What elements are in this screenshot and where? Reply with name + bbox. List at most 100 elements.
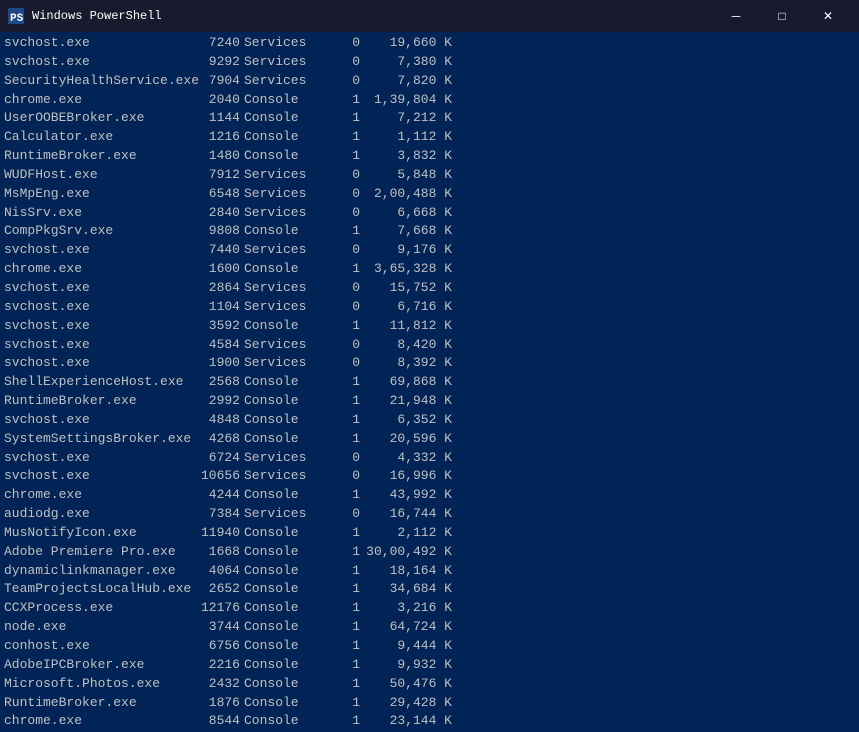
process-memory: 8,420 K <box>364 336 454 355</box>
process-name: svchost.exe <box>4 241 189 260</box>
process-session-num: 1 <box>324 430 364 449</box>
process-session: Services <box>244 34 324 53</box>
process-session: Services <box>244 53 324 72</box>
process-session-num: 0 <box>324 336 364 355</box>
table-row: Adobe Premiere Pro.exe 1668 Console 1 30… <box>4 543 855 562</box>
process-memory: 7,820 K <box>364 72 454 91</box>
process-pid: 7440 <box>189 241 244 260</box>
process-session: Console <box>244 430 324 449</box>
table-row: svchost.exe 10656 Services 0 16,996 K <box>4 467 855 486</box>
title-bar-left: PS Windows PowerShell <box>8 8 162 24</box>
powershell-icon: PS <box>8 8 24 24</box>
terminal-body[interactable]: svchost.exe 7240 Services 0 19,660 K svc… <box>0 32 859 732</box>
close-button[interactable]: ✕ <box>805 0 851 32</box>
table-row: chrome.exe 2040 Console 1 1,39,804 K <box>4 91 855 110</box>
process-name: CCXProcess.exe <box>4 599 189 618</box>
process-session: Services <box>244 354 324 373</box>
process-pid: 7912 <box>189 166 244 185</box>
process-memory: 30,00,492 K <box>364 543 454 562</box>
process-name: chrome.exe <box>4 91 189 110</box>
table-row: TeamProjectsLocalHub.exe 2652 Console 1 … <box>4 580 855 599</box>
process-session: Console <box>244 411 324 430</box>
process-memory: 5,848 K <box>364 166 454 185</box>
process-name: Calculator.exe <box>4 128 189 147</box>
process-name: ShellExperienceHost.exe <box>4 373 189 392</box>
table-row: RuntimeBroker.exe 1480 Console 1 3,832 K <box>4 147 855 166</box>
process-session: Console <box>244 694 324 713</box>
process-session-num: 1 <box>324 712 364 731</box>
process-name: svchost.exe <box>4 298 189 317</box>
process-name: RuntimeBroker.exe <box>4 694 189 713</box>
process-session: Console <box>244 147 324 166</box>
process-session: Console <box>244 128 324 147</box>
process-pid: 1600 <box>189 260 244 279</box>
process-session: Console <box>244 580 324 599</box>
process-memory: 34,684 K <box>364 580 454 599</box>
process-session-num: 0 <box>324 241 364 260</box>
process-session-num: 1 <box>324 599 364 618</box>
process-memory: 50,476 K <box>364 675 454 694</box>
window-controls: ─ □ ✕ <box>713 0 851 32</box>
process-session-num: 0 <box>324 298 364 317</box>
process-session-num: 0 <box>324 34 364 53</box>
table-row: WUDFHost.exe 7912 Services 0 5,848 K <box>4 166 855 185</box>
process-session-num: 0 <box>324 185 364 204</box>
process-name: svchost.exe <box>4 449 189 468</box>
process-name: svchost.exe <box>4 336 189 355</box>
process-session: Console <box>244 373 324 392</box>
process-session-num: 1 <box>324 675 364 694</box>
process-name: svchost.exe <box>4 411 189 430</box>
process-session: Console <box>244 675 324 694</box>
table-row: svchost.exe 6724 Services 0 4,332 K <box>4 449 855 468</box>
process-memory: 20,596 K <box>364 430 454 449</box>
process-memory: 7,668 K <box>364 222 454 241</box>
process-session-num: 1 <box>324 524 364 543</box>
minimize-button[interactable]: ─ <box>713 0 759 32</box>
process-memory: 11,812 K <box>364 317 454 336</box>
process-name: SystemSettingsBroker.exe <box>4 430 189 449</box>
process-pid: 4584 <box>189 336 244 355</box>
process-memory: 19,660 K <box>364 34 454 53</box>
svg-text:PS: PS <box>10 13 24 24</box>
process-session-num: 1 <box>324 618 364 637</box>
table-row: svchost.exe 1104 Services 0 6,716 K <box>4 298 855 317</box>
process-pid: 9808 <box>189 222 244 241</box>
process-name: Adobe Premiere Pro.exe <box>4 543 189 562</box>
process-session-num: 1 <box>324 317 364 336</box>
process-name: SecurityHealthService.exe <box>4 72 189 91</box>
process-name: MsMpEng.exe <box>4 185 189 204</box>
table-row: CompPkgSrv.exe 9808 Console 1 7,668 K <box>4 222 855 241</box>
process-memory: 21,948 K <box>364 392 454 411</box>
process-session-num: 0 <box>324 53 364 72</box>
process-session: Console <box>244 712 324 731</box>
process-session: Services <box>244 185 324 204</box>
table-row: MsMpEng.exe 6548 Services 0 2,00,488 K <box>4 185 855 204</box>
process-memory: 69,868 K <box>364 373 454 392</box>
process-pid: 6756 <box>189 637 244 656</box>
process-pid: 3592 <box>189 317 244 336</box>
process-pid: 10656 <box>189 467 244 486</box>
process-session: Console <box>244 486 324 505</box>
table-row: Calculator.exe 1216 Console 1 1,112 K <box>4 128 855 147</box>
process-name: dynamiclinkmanager.exe <box>4 562 189 581</box>
title-bar: PS Windows PowerShell ─ □ ✕ <box>0 0 859 32</box>
process-pid: 4848 <box>189 411 244 430</box>
table-row: ShellExperienceHost.exe 2568 Console 1 6… <box>4 373 855 392</box>
maximize-button[interactable]: □ <box>759 0 805 32</box>
table-row: AdobeIPCBroker.exe 2216 Console 1 9,932 … <box>4 656 855 675</box>
table-row: svchost.exe 1900 Services 0 8,392 K <box>4 354 855 373</box>
table-row: svchost.exe 2864 Services 0 15,752 K <box>4 279 855 298</box>
process-session-num: 0 <box>324 72 364 91</box>
table-row: svchost.exe 9292 Services 0 7,380 K <box>4 53 855 72</box>
process-session-num: 1 <box>324 109 364 128</box>
process-memory: 3,65,328 K <box>364 260 454 279</box>
process-memory: 1,39,804 K <box>364 91 454 110</box>
process-session-num: 0 <box>324 204 364 223</box>
process-memory: 9,932 K <box>364 656 454 675</box>
process-session: Services <box>244 204 324 223</box>
process-session: Console <box>244 656 324 675</box>
process-session-num: 1 <box>324 392 364 411</box>
process-session-num: 1 <box>324 222 364 241</box>
process-name: WUDFHost.exe <box>4 166 189 185</box>
process-session: Services <box>244 505 324 524</box>
